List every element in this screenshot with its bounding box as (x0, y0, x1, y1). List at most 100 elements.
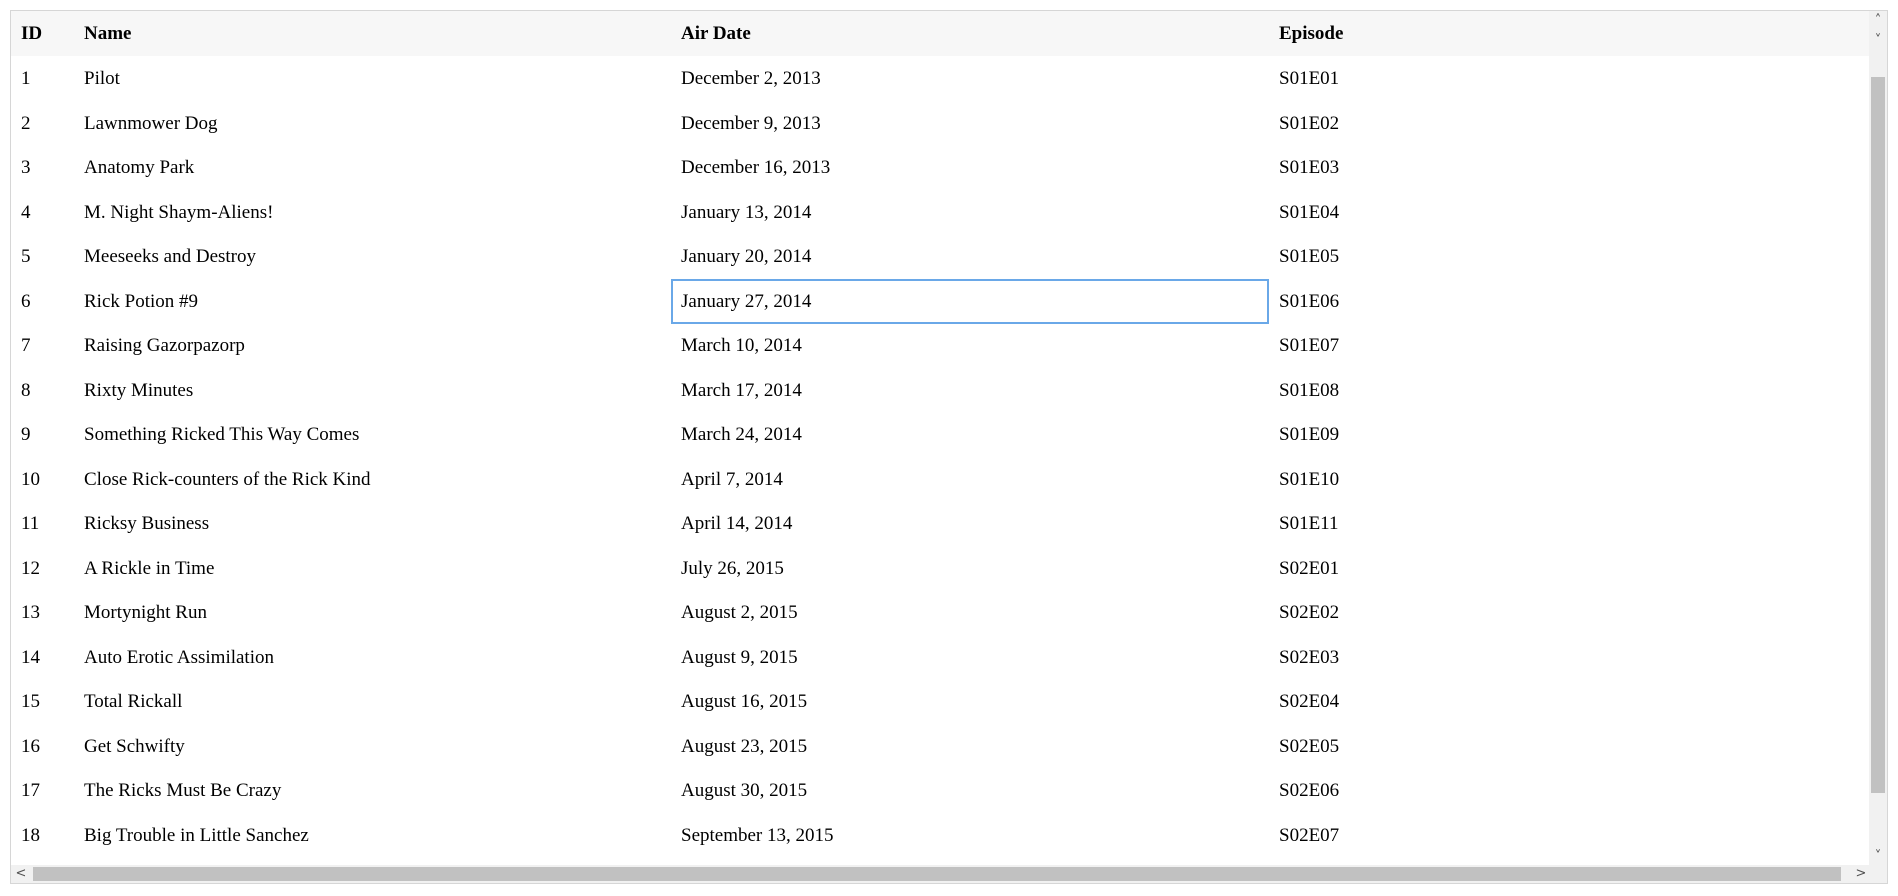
cell-name[interactable]: Mortynight Run (74, 590, 671, 635)
cell-air-date[interactable]: December 9, 2013 (671, 101, 1269, 146)
cell-id[interactable]: 3 (11, 145, 74, 190)
cell-name[interactable]: A Rickle in Time (74, 546, 671, 591)
table-row[interactable]: 1 Pilot December 2, 2013 S01E01 (11, 56, 1871, 101)
cell-air-date[interactable]: August 30, 2015 (671, 768, 1269, 813)
column-header-air-date[interactable]: Air Date (671, 11, 1269, 56)
table-row[interactable]: 2 Lawnmower Dog December 9, 2013 S01E02 (11, 101, 1871, 146)
table-row[interactable]: 15 Total Rickall August 16, 2015 S02E04 (11, 679, 1871, 724)
cell-name[interactable]: Something Ricked This Way Comes (74, 412, 671, 457)
cell-id[interactable]: 10 (11, 457, 74, 502)
cell-id[interactable]: 11 (11, 501, 74, 546)
cell-air-date[interactable]: March 17, 2014 (671, 368, 1269, 413)
cell-name[interactable]: Rixty Minutes (74, 368, 671, 413)
cell-id[interactable]: 9 (11, 412, 74, 457)
cell-id[interactable]: 7 (11, 323, 74, 368)
table-row[interactable]: 14 Auto Erotic Assimilation August 9, 2015… (11, 635, 1871, 680)
cell-air-date[interactable]: August 23, 2015 (671, 724, 1269, 769)
cell-name[interactable]: Meeseeks and Destroy (74, 234, 671, 279)
cell-name[interactable]: Get Schwifty (74, 724, 671, 769)
column-header-id[interactable]: ID (11, 11, 74, 56)
cell-name[interactable]: M. Night Shaym-Aliens! (74, 190, 671, 235)
cell-episode[interactable]: S01E02 (1269, 101, 1871, 146)
cell-episode[interactable]: S01E10 (1269, 457, 1871, 502)
cell-id[interactable]: 15 (11, 679, 74, 724)
cell-air-date[interactable]: December 16, 2013 (671, 145, 1269, 190)
cell-name[interactable]: Big Trouble in Little Sanchez (74, 813, 671, 858)
vertical-scroll-thumb[interactable] (1871, 77, 1885, 793)
cell-episode[interactable]: S01E07 (1269, 323, 1871, 368)
cell-id[interactable]: 5 (11, 234, 74, 279)
cell-name[interactable]: Total Rickall (74, 679, 671, 724)
cell-name[interactable]: Rick Potion #9 (74, 279, 671, 324)
cell-episode[interactable]: S02E05 (1269, 724, 1871, 769)
cell-air-date[interactable]: April 7, 2014 (671, 457, 1269, 502)
vertical-scrollbar[interactable]: ˄ ˅ ˅ (1869, 11, 1887, 867)
cell-name[interactable]: Raising Gazorpazorp (74, 323, 671, 368)
cell-episode[interactable]: S01E04 (1269, 190, 1871, 235)
scroll-down-button[interactable]: ˅ (1869, 847, 1887, 867)
table-row[interactable]: 7 Raising Gazorpazorp March 10, 2014 S01E07 (11, 323, 1871, 368)
cell-id[interactable]: 13 (11, 590, 74, 635)
table-row[interactable]: 17 The Ricks Must Be Crazy August 30, 2015… (11, 768, 1871, 813)
cell-name[interactable]: The Ricks Must Be Crazy (74, 768, 671, 813)
scroll-right-button[interactable]: > (1851, 865, 1871, 883)
cell-air-date[interactable]: August 16, 2015 (671, 679, 1269, 724)
cell-name[interactable]: Auto Erotic Assimilation (74, 635, 671, 680)
table-row[interactable]: 16 Get Schwifty August 23, 2015 S02E05 (11, 724, 1871, 769)
scroll-down-button-top[interactable]: ˅ (1869, 31, 1887, 51)
cell-id[interactable]: 18 (11, 813, 74, 858)
cell-name[interactable]: Lawnmower Dog (74, 101, 671, 146)
cell-episode[interactable]: S02E03 (1269, 635, 1871, 680)
cell-air-date[interactable]: January 13, 2014 (671, 190, 1269, 235)
cell-id[interactable]: 17 (11, 768, 74, 813)
cell-name[interactable]: Ricksy Business (74, 501, 671, 546)
table-row[interactable]: 10 Close Rick-counters of the Rick Kind Ap… (11, 457, 1871, 502)
cell-name[interactable]: Close Rick-counters of the Rick Kind (74, 457, 671, 502)
cell-id[interactable]: 16 (11, 724, 74, 769)
scroll-up-button[interactable]: ˄ (1869, 11, 1887, 31)
cell-id[interactable]: 2 (11, 101, 74, 146)
table-row[interactable]: 18 Big Trouble in Little Sanchez September… (11, 813, 1871, 858)
cell-episode[interactable]: S01E01 (1269, 56, 1871, 101)
table-row[interactable]: 5 Meeseeks and Destroy January 20, 2014 S01… (11, 234, 1871, 279)
table-row[interactable]: 13 Mortynight Run August 2, 2015 S02E02 (11, 590, 1871, 635)
table-row[interactable]: 8 Rixty Minutes March 17, 2014 S01E08 (11, 368, 1871, 413)
cell-air-date[interactable]: August 9, 2015 (671, 635, 1269, 680)
scroll-left-button[interactable]: < (11, 865, 31, 883)
cell-episode[interactable]: S01E06 (1269, 279, 1871, 324)
episode-data-grid[interactable]: ID Name Air Date Episode 1 Pilot December … (10, 10, 1888, 884)
column-header-name[interactable]: Name (74, 11, 671, 56)
cell-episode[interactable]: S01E03 (1269, 145, 1871, 190)
cell-air-date[interactable]: March 24, 2014 (671, 412, 1269, 457)
cell-episode[interactable]: S02E07 (1269, 813, 1871, 858)
cell-name[interactable]: Anatomy Park (74, 145, 671, 190)
cell-id[interactable]: 14 (11, 635, 74, 680)
cell-episode[interactable]: S01E11 (1269, 501, 1871, 546)
cell-air-date[interactable]: January 20, 2014 (671, 234, 1269, 279)
cell-id[interactable]: 1 (11, 56, 74, 101)
table-row[interactable]: 9 Something Ricked This Way Comes March 24… (11, 412, 1871, 457)
table-row[interactable]: 3 Anatomy Park December 16, 2013 S01E03 (11, 145, 1871, 190)
cell-id[interactable]: 12 (11, 546, 74, 591)
cell-air-date[interactable]: August 2, 2015 (671, 590, 1269, 635)
cell-episode[interactable]: S02E06 (1269, 768, 1871, 813)
table-row[interactable]: 12 A Rickle in Time July 26, 2015 S02E01 (11, 546, 1871, 591)
cell-air-date[interactable]: September 13, 2015 (671, 813, 1269, 858)
cell-episode[interactable]: S01E08 (1269, 368, 1871, 413)
cell-episode[interactable]: S01E05 (1269, 234, 1871, 279)
cell-name[interactable]: Pilot (74, 56, 671, 101)
cell-id[interactable]: 4 (11, 190, 74, 235)
table-row[interactable]: 4 M. Night Shaym-Aliens! January 13, 2014 S… (11, 190, 1871, 235)
cell-air-date[interactable]: July 26, 2015 (671, 546, 1269, 591)
table-row[interactable]: 11 Ricksy Business April 14, 2014 S01E11 (11, 501, 1871, 546)
cell-air-date[interactable]: April 14, 2014 (671, 501, 1269, 546)
cell-air-date[interactable]: March 10, 2014 (671, 323, 1269, 368)
cell-id[interactable]: 8 (11, 368, 74, 413)
table-row[interactable]: 6 Rick Potion #9 January 27, 2014 S01E06 (11, 278, 1871, 324)
cell-air-date[interactable]: January 27, 2014 (671, 278, 1269, 324)
cell-air-date[interactable]: December 2, 2013 (671, 56, 1269, 101)
horizontal-scroll-thumb[interactable] (33, 867, 1841, 881)
cell-episode[interactable]: S01E09 (1269, 412, 1871, 457)
cell-episode[interactable]: S02E02 (1269, 590, 1871, 635)
cell-episode[interactable]: S02E01 (1269, 546, 1871, 591)
